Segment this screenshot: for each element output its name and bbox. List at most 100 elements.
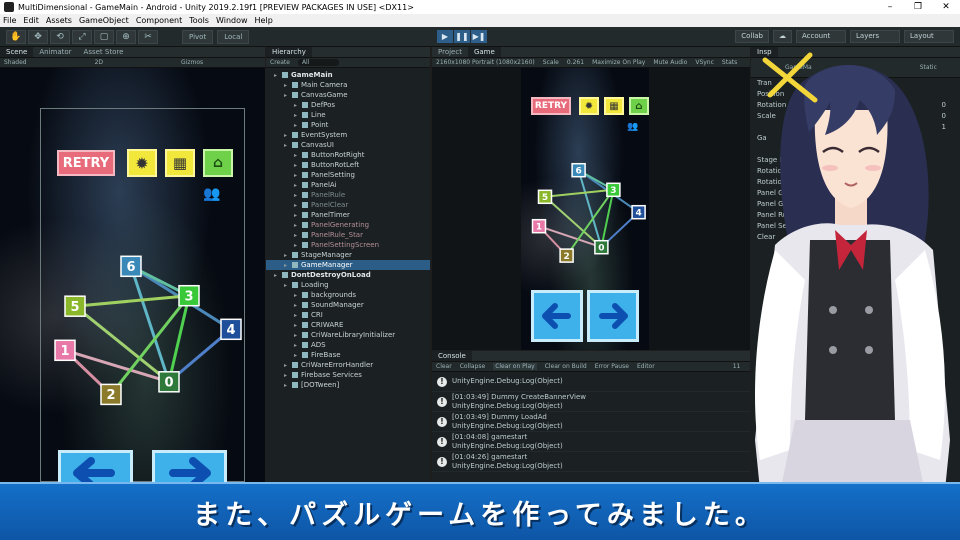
game-graph-node[interactable]: 4	[631, 204, 646, 220]
play-icon[interactable]: ▶	[437, 30, 453, 43]
hierarchy-item[interactable]: ▸ GameManager	[266, 260, 430, 270]
game-settings-gear-icon[interactable]: ✹	[579, 97, 599, 115]
hand-tool-icon[interactable]: ✋	[6, 29, 26, 44]
hierarchy-item[interactable]: ▸ CRIWARE	[266, 320, 430, 330]
game-view[interactable]: RETRY ✹ ▦ ⌂ 👥 0 1 2 3 4 5 6	[521, 68, 649, 350]
tab-scene[interactable]: Scene	[0, 47, 34, 57]
menu-assets[interactable]: Assets	[46, 16, 72, 25]
hierarchy-item[interactable]: ▸ Line	[266, 110, 430, 120]
hierarchy-item[interactable]: ▸ CriWareLibraryInitializer	[266, 330, 430, 340]
tab-console[interactable]: Console	[432, 351, 472, 361]
move-tool-icon[interactable]: ✥	[28, 29, 48, 44]
game-graph-node[interactable]: 0	[594, 239, 609, 255]
console-entry[interactable]: ! [01:04:08] gamestart UnityEngine.Debug:L…	[432, 432, 750, 452]
scene-graph-node[interactable]: 4	[220, 318, 242, 341]
console-clear-on-play-toggle[interactable]: Clear on Play	[493, 363, 537, 370]
hierarchy-item[interactable]: ▸ Main Camera	[266, 80, 430, 90]
game-home-icon[interactable]: ⌂	[629, 97, 649, 115]
hierarchy-search-input[interactable]: All	[297, 59, 340, 66]
hierarchy-item[interactable]: ▸ CanvasUI	[266, 140, 430, 150]
gizmos-dropdown[interactable]: Gizmos	[181, 59, 203, 66]
tab-hierarchy[interactable]: Hierarchy	[266, 47, 312, 57]
menu-file[interactable]: File	[3, 16, 16, 25]
hierarchy-item[interactable]: ▸ StageManager	[266, 250, 430, 260]
transform-tool-icon[interactable]: ⊕	[116, 29, 136, 44]
hierarchy-item[interactable]: ▸ PanelClear	[266, 200, 430, 210]
scene-graph-node[interactable]: 5	[64, 295, 86, 317]
tab-project[interactable]: Project	[432, 47, 468, 57]
hierarchy-item[interactable]: ▸ ButtonRotRight	[266, 150, 430, 160]
tab-game[interactable]: Game	[467, 47, 501, 57]
game-rotate-right-arrow-icon[interactable]	[587, 290, 639, 342]
hierarchy-item[interactable]: ▸ [DOTween]	[266, 380, 430, 390]
rotate-right-arrow-icon[interactable]	[152, 450, 227, 482]
hierarchy-item[interactable]: ▸ SoundManager	[266, 300, 430, 310]
console-entry[interactable]: ! UnityEngine.Debug:Log(Object)	[432, 372, 750, 392]
hierarchy-item[interactable]: ▸ PanelGenerating	[266, 220, 430, 230]
hierarchy-item[interactable]: ▸ PanelTimer	[266, 210, 430, 220]
scale-value[interactable]: 0.261	[567, 59, 584, 66]
custom-tool-icon[interactable]: ✂	[138, 29, 158, 44]
scene-graph-node[interactable]: 0	[158, 371, 180, 393]
console-entry[interactable]: ! [01:03:49] Dummy LoadAd UnityEngine.Debu…	[432, 412, 750, 432]
scene-graph-node[interactable]: 6	[120, 255, 142, 278]
create-dropdown[interactable]: Create	[270, 59, 290, 66]
game-graph-node[interactable]: 1	[531, 218, 547, 234]
scene-view[interactable]: RETRY ✹ ▦ ⌂ 👥 0 1 2 3 4 5 6	[0, 68, 265, 482]
pivot-toggle[interactable]: Pivot	[182, 29, 214, 44]
rect-tool-icon[interactable]: ▢	[94, 29, 114, 44]
close-icon[interactable]: ✕	[932, 2, 960, 12]
game-grid-icon[interactable]: ▦	[604, 97, 624, 115]
maximize-on-play-toggle[interactable]: Maximize On Play	[592, 59, 645, 66]
retry-button[interactable]: RETRY	[57, 150, 115, 176]
hierarchy-item[interactable]: ▸ Loading	[266, 280, 430, 290]
vsync-toggle[interactable]: VSync	[695, 59, 714, 66]
rotate-left-arrow-icon[interactable]	[58, 450, 133, 482]
maximize-icon[interactable]: ❐	[904, 2, 932, 12]
2d-toggle[interactable]: 2D	[95, 59, 103, 66]
hierarchy-item[interactable]: ▸ PanelSettingScreen	[266, 240, 430, 250]
scene-graph-node[interactable]: 3	[178, 284, 200, 307]
shading-dropdown[interactable]: Shaded	[4, 59, 27, 66]
step-icon[interactable]: ▶❚	[471, 30, 487, 43]
local-toggle[interactable]: Local	[217, 29, 250, 44]
home-icon[interactable]: ⌂	[203, 149, 233, 177]
menu-component[interactable]: Component	[136, 16, 182, 25]
tab-asset-store[interactable]: Asset Store	[78, 47, 130, 57]
hierarchy-item[interactable]: ▸ PanelRule	[266, 190, 430, 200]
console-entry[interactable]: ! [01:04:26] gamestart UnityEngine.Debug:L…	[432, 452, 750, 472]
hierarchy-item[interactable]: ▸ CRI	[266, 310, 430, 320]
console-entry[interactable]: ! [01:03:49] Dummy CreateBannerView UnityE…	[432, 392, 750, 412]
tab-animator[interactable]: Animator	[33, 47, 77, 57]
console-clear-button[interactable]: Clear	[436, 363, 452, 370]
game-graph-node[interactable]: 5	[537, 189, 553, 205]
console-collapse-toggle[interactable]: Collapse	[460, 363, 486, 370]
resolution-dropdown[interactable]: 2160x1080 Portrait (1080x2160)	[436, 59, 535, 66]
menu-window[interactable]: Window	[216, 16, 248, 25]
hierarchy-item[interactable]: ▸ Point	[266, 120, 430, 130]
hierarchy-item[interactable]: ▸ GameMain	[266, 70, 430, 80]
minimize-icon[interactable]: –	[876, 2, 904, 12]
hierarchy-item[interactable]: ▸ DefPos	[266, 100, 430, 110]
console-clear-on-build-toggle[interactable]: Clear on Build	[545, 363, 587, 370]
rotate-tool-icon[interactable]: ⟲	[50, 29, 70, 44]
hierarchy-item[interactable]: ▸ Firebase Services	[266, 370, 430, 380]
hierarchy-item[interactable]: ▸ EventSystem	[266, 130, 430, 140]
menu-tools[interactable]: Tools	[189, 16, 209, 25]
game-rotate-left-arrow-icon[interactable]	[531, 290, 583, 342]
foldout-arrow-icon[interactable]: ▸	[284, 381, 292, 391]
menu-edit[interactable]: Edit	[23, 16, 39, 25]
hierarchy-item[interactable]: ▸ CanvasGame	[266, 90, 430, 100]
hierarchy-item[interactable]: ▸ PanelAi	[266, 180, 430, 190]
menu-help[interactable]: Help	[255, 16, 273, 25]
scale-tool-icon[interactable]: ⤢	[72, 29, 92, 44]
menu-gameobject[interactable]: GameObject	[79, 16, 129, 25]
pause-icon[interactable]: ❚❚	[454, 30, 470, 43]
hierarchy-item[interactable]: ▸ backgrounds	[266, 290, 430, 300]
scene-graph-node[interactable]: 2	[100, 383, 122, 406]
hierarchy-item[interactable]: ▸ CriWareErrorHandler	[266, 360, 430, 370]
settings-gear-icon[interactable]: ✹	[127, 149, 157, 177]
game-graph-node[interactable]: 3	[606, 182, 621, 198]
hierarchy-item[interactable]: ▸ ButtonRotLeft	[266, 160, 430, 170]
hierarchy-item[interactable]: ▸ PanelSetting	[266, 170, 430, 180]
